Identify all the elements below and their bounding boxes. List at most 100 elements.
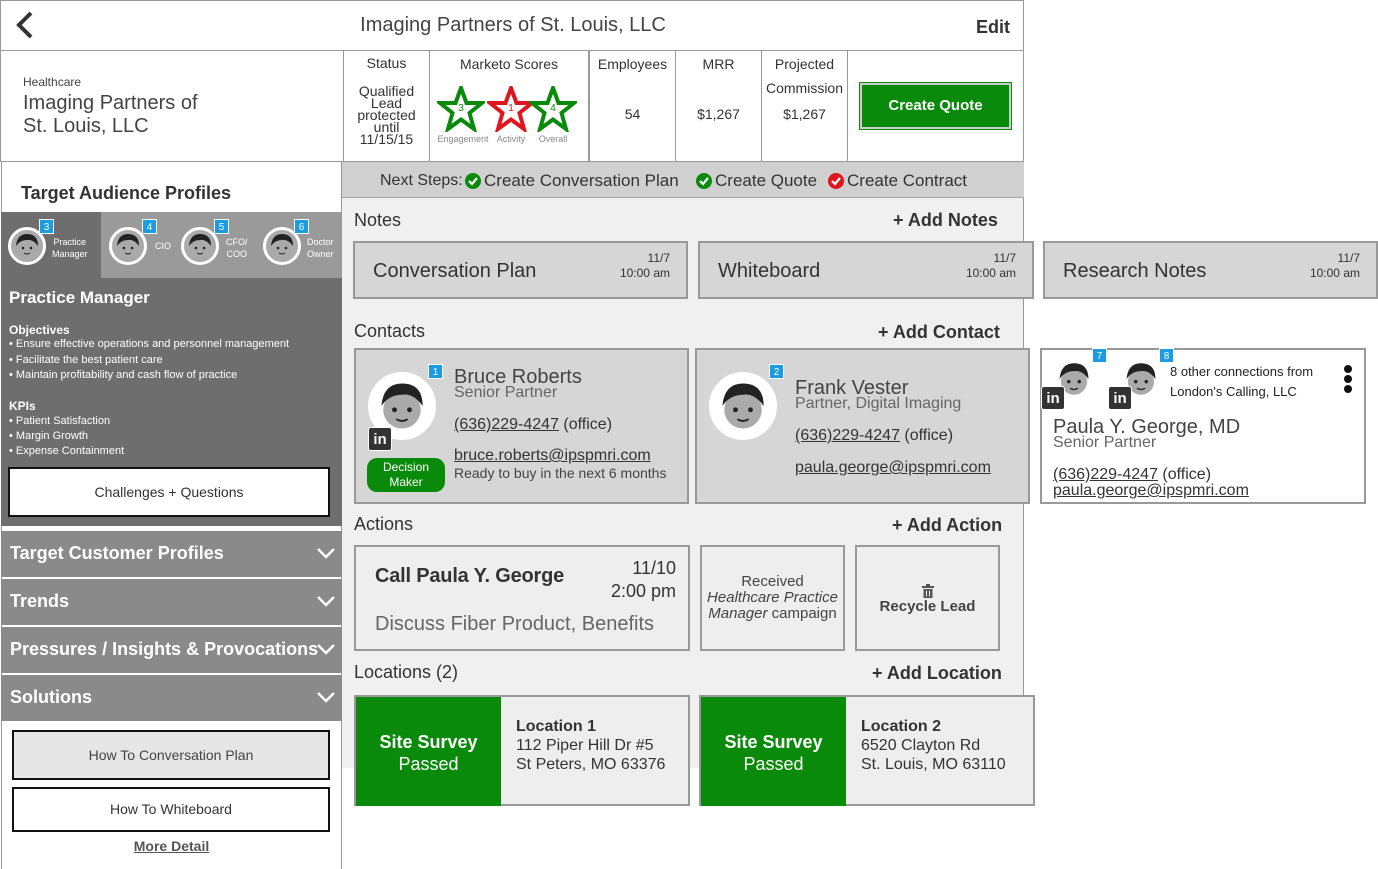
- challenges-questions-button[interactable]: Challenges + Questions: [8, 467, 330, 517]
- action-call-title: Call Paula Y. George: [375, 565, 565, 587]
- note-research-notes[interactable]: Research Notes 11/7 10:00 am: [1043, 241, 1378, 299]
- profile-badge: 6: [294, 219, 309, 234]
- profile-badge: 5: [214, 219, 229, 234]
- status-value: Qualified Lead protected until 11/15/15: [357, 83, 416, 147]
- add-contact-button[interactable]: + Add Contact: [878, 322, 1000, 343]
- how-to-whiteboard-button[interactable]: How To Whiteboard: [12, 787, 330, 832]
- contacts-title: Contacts: [354, 321, 426, 341]
- how-to-conversation-plan-button[interactable]: How To Conversation Plan: [12, 730, 330, 780]
- accordion-solutions[interactable]: Solutions: [1, 675, 342, 721]
- note-conversation-plan[interactable]: Conversation Plan 11/7 10:00 am: [353, 241, 688, 299]
- step-create-contract[interactable]: Create Contract: [847, 171, 967, 191]
- chevron-down-icon: [317, 692, 335, 703]
- employees-label: Employees: [597, 56, 668, 72]
- connection-badge: 7: [1092, 348, 1107, 363]
- engagement-score-star-icon: 3 Engagement: [434, 82, 489, 146]
- location-card-2[interactable]: Site Survey Passed Location 2 6520 Clayto…: [699, 695, 1035, 806]
- action-call-card[interactable]: Call Paula Y. George 11/10 2:00 pm Discus…: [354, 545, 690, 651]
- connection-badge: 8: [1159, 348, 1174, 363]
- site-survey-status: Site Survey Passed: [701, 697, 846, 806]
- contact-role: Partner, Digital Imaging: [795, 395, 962, 412]
- projected-commission-label: Projected Commission: [765, 56, 843, 96]
- location-details: Location 2 6520 Clayton Rd St. Louis, MO…: [861, 718, 1006, 773]
- connection-phone-link[interactable]: (636)229-4247: [1053, 466, 1158, 483]
- next-steps-label: Next Steps:: [380, 172, 463, 189]
- top-bar: Imaging Partners of St. Louis, LLC Edit: [0, 0, 1024, 51]
- more-options-icon[interactable]: [1342, 364, 1354, 394]
- mrr-label: MRR: [702, 56, 735, 72]
- target-audience-title: Target Audience Profiles: [21, 183, 232, 203]
- linkedin-icon[interactable]: in: [1041, 386, 1065, 410]
- profile-tab-cfo-coo[interactable]: 5 CFO/COO: [181, 212, 256, 278]
- next-steps-bar: Next Steps: Create Conversation Plan Cre…: [342, 162, 1024, 198]
- site-survey-status: Site Survey Passed: [356, 697, 501, 806]
- linkedin-icon[interactable]: in: [1108, 386, 1132, 410]
- company-summary-row: Healthcare Imaging Partners of St. Louis…: [0, 50, 1024, 162]
- pending-check-icon: [828, 173, 844, 189]
- contact-badge: 1: [428, 364, 443, 379]
- objectives-title: Objectives: [9, 323, 70, 337]
- profile-tab-cio[interactable]: 4 CIO: [109, 212, 184, 278]
- contact-phone-link[interactable]: (636)229-4247: [795, 427, 900, 444]
- check-circle-icon: [465, 173, 481, 189]
- step-create-conversation-plan[interactable]: Create Conversation Plan: [484, 171, 679, 191]
- marketo-label: Marketo Scores: [459, 56, 559, 72]
- company-name: Imaging Partners of St. Louis, LLC: [23, 92, 198, 138]
- company-name-line2: St. Louis, LLC: [23, 115, 149, 137]
- add-action-button[interactable]: + Add Action: [892, 515, 1002, 536]
- add-notes-button[interactable]: + Add Notes: [893, 210, 998, 231]
- connection-role: Senior Partner: [1053, 434, 1157, 451]
- kpis-list: • Patient Satisfaction • Margin Growth • E…: [9, 415, 125, 457]
- profile-badge: 3: [39, 219, 54, 234]
- notes-title: Notes: [354, 210, 402, 230]
- location-details: Location 1 112 Piper Hill Dr #5 St Peter…: [516, 718, 666, 773]
- company-name-line1: Imaging Partners of: [23, 92, 198, 114]
- mrr-value: $1,267: [697, 106, 740, 122]
- profile-tabs: 3 Practice Manager 4 CIO 5 CFO/COO 6 Doct…: [1, 212, 342, 278]
- profile-badge: 4: [142, 219, 157, 234]
- action-call-description: Discuss Fiber Product, Benefits: [375, 613, 654, 635]
- objectives-list: • Ensure effective operations and person…: [9, 338, 290, 381]
- employees-value: 54: [624, 106, 641, 122]
- step-create-quote[interactable]: Create Quote: [715, 171, 817, 191]
- overall-score-star-icon: 4 Overall: [526, 82, 580, 146]
- industry-label: Healthcare: [23, 75, 82, 89]
- create-quote-button[interactable]: Create Quote: [859, 82, 1012, 130]
- contact-role: Senior Partner: [454, 384, 558, 401]
- accordion-target-customer-profiles[interactable]: Target Customer Profiles: [1, 531, 342, 577]
- contact-email-link[interactable]: bruce.roberts@ipspmri.com: [454, 447, 651, 465]
- contact-phone-link[interactable]: (636)229-4247: [454, 416, 559, 433]
- edit-button[interactable]: Edit: [976, 17, 1010, 38]
- contact-card-bruce-roberts[interactable]: 1 in Decision Maker Bruce Roberts Senior …: [354, 348, 689, 504]
- note-whiteboard[interactable]: Whiteboard 11/7 10:00 am: [698, 241, 1034, 299]
- activity-score-star-icon: 1 Activity: [484, 82, 538, 146]
- received-campaign-card[interactable]: Received Healthcare Practice Manager cam…: [700, 545, 845, 651]
- contact-card-frank-vester[interactable]: 2 Frank Vester Partner, Digital Imaging …: [695, 348, 1030, 504]
- page-title: Imaging Partners of St. Louis, LLC: [360, 14, 666, 36]
- status-label: Status: [366, 55, 407, 71]
- locations-title: Locations (2): [354, 662, 459, 682]
- trash-icon: [922, 584, 934, 598]
- more-detail-link[interactable]: More Detail: [1, 838, 342, 854]
- location-card-1[interactable]: Site Survey Passed Location 1 112 Piper H…: [354, 695, 690, 806]
- accordion-trends[interactable]: Trends: [1, 579, 342, 625]
- profile-detail-panel: Practice Manager Objectives • Ensure eff…: [1, 278, 342, 526]
- contact-email-link[interactable]: paula.george@ipspmri.com: [795, 459, 991, 477]
- profile-title: Practice Manager: [9, 288, 150, 307]
- decision-maker-tag: Decision Maker: [367, 458, 445, 492]
- connection-card-paula-george[interactable]: 7 in 8 in 8 other connections from London…: [1040, 348, 1366, 504]
- contact-note: Ready to buy in the next 6 months: [454, 465, 667, 481]
- linkedin-icon[interactable]: in: [368, 427, 392, 451]
- chevron-down-icon: [317, 596, 335, 607]
- chevron-down-icon: [317, 644, 335, 655]
- add-location-button[interactable]: + Add Location: [872, 663, 1002, 684]
- contact-avatar: [709, 372, 777, 440]
- check-circle-icon: [696, 173, 712, 189]
- other-connections-text[interactable]: 8 other connections from London's Calling…: [1170, 362, 1313, 402]
- connection-email-link[interactable]: paula.george@ipspmri.com: [1053, 482, 1249, 500]
- profile-tab-doctor-owner[interactable]: 6 Doctor Owner: [263, 212, 341, 278]
- accordion-pressures-insights-provocations[interactable]: Pressures / Insights & Provocations: [1, 627, 342, 673]
- recycle-lead-button[interactable]: Recycle Lead: [855, 545, 1000, 651]
- profile-tab-practice-manager[interactable]: 3 Practice Manager: [1, 212, 101, 278]
- contact-badge: 2: [769, 364, 784, 379]
